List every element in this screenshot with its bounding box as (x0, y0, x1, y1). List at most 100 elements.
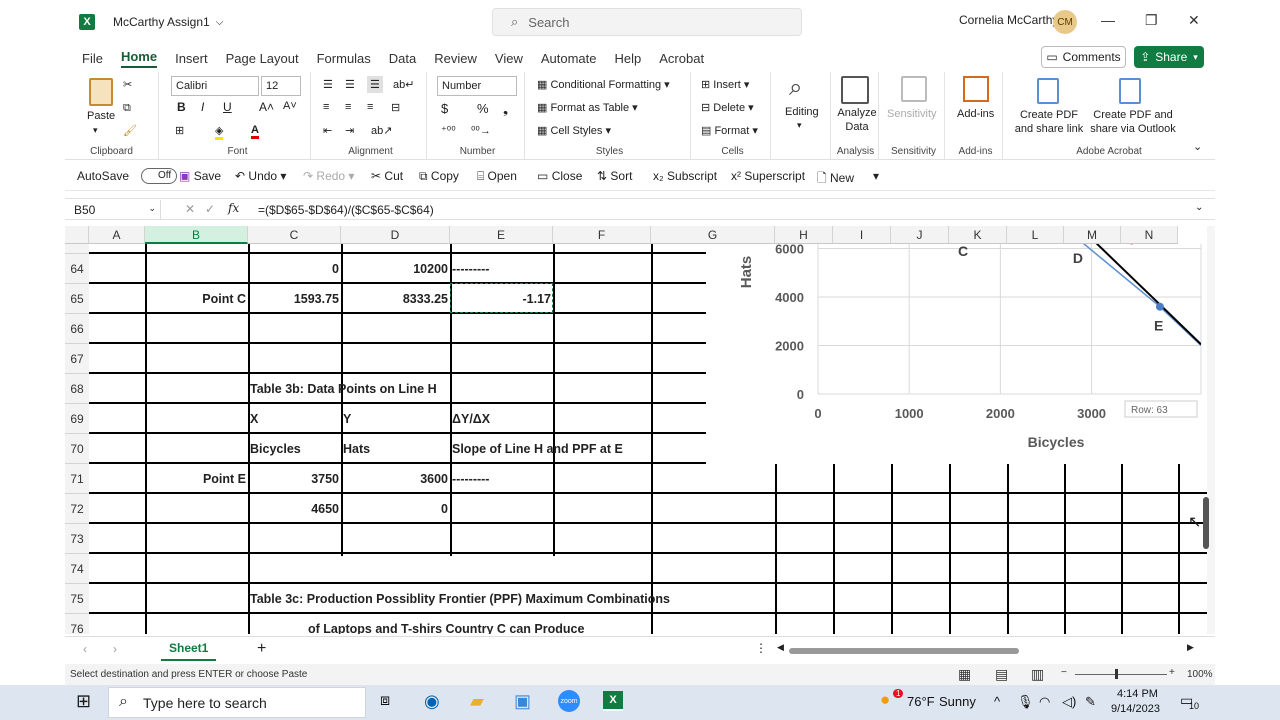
paste-button[interactable]: Paste (87, 110, 115, 122)
row-header-76[interactable]: 76 (65, 614, 89, 634)
align-left-icon[interactable]: ≡ (323, 101, 329, 113)
cancel-entry-icon[interactable]: ✕ (185, 202, 195, 216)
row-header-66[interactable]: 66 (65, 314, 89, 344)
create-pdf-link-button[interactable]: Create PDF and share link (1013, 108, 1085, 136)
conditional-formatting-button[interactable]: ▦ Conditional Formatting ▾ (537, 78, 670, 91)
align-center-icon[interactable]: ≡ (345, 101, 351, 113)
column-header-g[interactable]: G (651, 226, 775, 244)
search-box[interactable]: ⌕ Search (492, 8, 802, 36)
addins-button[interactable]: Add-ins (957, 108, 994, 120)
row-header-63-partial[interactable] (65, 244, 89, 254)
row-header-73[interactable]: 73 (65, 524, 89, 554)
zoom-slider-thumb[interactable] (1115, 669, 1118, 679)
user-name[interactable]: Cornelia McCarthy (959, 13, 1058, 27)
autosave-toggle[interactable]: Off (141, 168, 177, 184)
editing-button[interactable]: Editing (785, 106, 819, 118)
cut-icon[interactable]: ✂ (123, 78, 132, 91)
increase-font-icon[interactable]: A˄ (259, 100, 274, 114)
hscroll-left-icon[interactable]: ◀ (777, 642, 784, 653)
cell-d64[interactable]: 10200 (341, 254, 450, 284)
cell-c76[interactable]: of Laptops and T-shirs Country C can Pro… (306, 614, 766, 634)
wrap-text-icon[interactable]: ab↵ (393, 78, 414, 91)
cell-d65[interactable]: 8333.25 (341, 284, 450, 314)
cell-c64[interactable]: 0 (248, 254, 341, 284)
clock-date[interactable]: 9/14/2023 (1111, 703, 1160, 715)
zoom-in-icon[interactable]: + (1169, 667, 1175, 678)
align-top-icon[interactable]: ☰ (323, 78, 333, 91)
analyze-data-icon[interactable] (841, 76, 869, 104)
bold-icon[interactable]: B (177, 100, 186, 114)
photos-app-icon[interactable]: ▣ (514, 691, 531, 712)
menu-tab-acrobat[interactable]: Acrobat (659, 51, 704, 66)
paste-chevron-icon[interactable]: ▾ (93, 125, 98, 136)
page-layout-view-icon[interactable]: ▤ (995, 666, 1008, 683)
menu-tab-automate[interactable]: Automate (541, 51, 597, 66)
row-header-69[interactable]: 69 (65, 404, 89, 434)
close-button[interactable]: ▭ Close (537, 169, 582, 183)
edge-browser-icon[interactable]: ◉ (424, 691, 440, 712)
document-title[interactable]: McCarthy Assign1 (113, 15, 210, 29)
name-box-chevron-icon[interactable]: ⌄ (148, 203, 156, 214)
column-header-j[interactable]: J (891, 226, 949, 244)
clock-time[interactable]: 4:14 PM (1117, 688, 1158, 700)
customize-qat-icon[interactable]: ▾ (873, 169, 879, 183)
menu-tab-review[interactable]: Review (434, 51, 477, 66)
column-header-h[interactable]: H (775, 226, 833, 244)
zoom-out-icon[interactable]: − (1061, 667, 1067, 678)
chart-svg[interactable]: C D E 0 2000 4000 6000 0 1000 2000 3000 Bicycles Hat… (706, 242, 1206, 464)
restore-icon[interactable]: ❐ (1145, 12, 1158, 29)
format-cells-button[interactable]: ▤ Format ▾ (701, 124, 758, 137)
column-header-b[interactable]: B (145, 226, 248, 244)
paste-icon[interactable] (89, 78, 113, 106)
menu-tab-page-layout[interactable]: Page Layout (226, 51, 299, 66)
row-header-70[interactable]: 70 (65, 434, 89, 464)
percent-icon[interactable]: % (477, 101, 489, 116)
row-header-67[interactable]: 67 (65, 344, 89, 374)
name-box[interactable]: B50 ⌄ (69, 200, 161, 220)
cell-e71[interactable]: --------- (450, 464, 910, 494)
align-middle-icon[interactable]: ☰ (345, 78, 355, 91)
wifi-icon[interactable]: ◠ (1039, 694, 1050, 710)
confirm-entry-icon[interactable]: ✓ (205, 202, 215, 216)
close-icon[interactable]: ✕ (1188, 12, 1200, 29)
editing-chevron-icon[interactable]: ▾ (797, 120, 802, 131)
share-button[interactable]: ⇪ Share ▾ (1134, 46, 1204, 68)
pen-icon[interactable]: ✎ (1085, 694, 1096, 710)
column-header-m[interactable]: M (1064, 226, 1121, 244)
delete-cells-button[interactable]: ⊟ Delete ▾ (701, 101, 754, 114)
insert-function-icon[interactable]: fx (228, 201, 239, 215)
insert-cells-button[interactable]: ⊞ Insert ▾ (701, 78, 749, 91)
row-header-68[interactable]: 68 (65, 374, 89, 404)
column-header-k[interactable]: K (949, 226, 1007, 244)
copy-icon[interactable]: ⧉ (123, 102, 131, 115)
row-header-71[interactable]: 71 (65, 464, 89, 494)
align-bottom-icon[interactable]: ☰ (367, 76, 383, 93)
editing-search-icon[interactable]: ⌕ (789, 74, 802, 102)
column-header-f[interactable]: F (553, 226, 651, 244)
create-pdf-outlook-button[interactable]: Create PDF and share via Outlook (1085, 108, 1181, 136)
microphone-icon[interactable]: 🎙 (1017, 694, 1034, 710)
new-button[interactable]: 🗋 New (817, 169, 854, 190)
merge-icon[interactable]: ⊟ (391, 101, 400, 114)
pdf-link-icon[interactable] (1037, 78, 1059, 104)
pdf-outlook-icon[interactable] (1119, 78, 1141, 104)
cell-c72[interactable]: 4650 (248, 494, 341, 524)
menu-tab-formulas[interactable]: Formulas (317, 51, 371, 66)
open-button[interactable]: ⌸ Open (477, 169, 517, 184)
save-button[interactable]: ▣ Save (179, 169, 221, 183)
task-view-icon[interactable]: ⧈ (380, 692, 390, 710)
column-header-c[interactable]: C (248, 226, 341, 244)
menu-tab-insert[interactable]: Insert (175, 51, 208, 66)
format-as-table-button[interactable]: ▦ Format as Table ▾ (537, 101, 638, 114)
speaker-icon[interactable]: ◁) (1062, 694, 1076, 710)
column-header-d[interactable]: D (341, 226, 450, 244)
menu-tab-file[interactable]: File (82, 51, 103, 66)
weather-temp[interactable]: 76°F (907, 694, 935, 709)
currency-icon[interactable]: $ (441, 101, 448, 116)
weather-desc[interactable]: Sunny (939, 694, 976, 709)
row-header-65[interactable]: 65 (65, 284, 89, 314)
cell-d72[interactable]: 0 (341, 494, 450, 524)
decrease-indent-icon[interactable]: ⇤ (323, 124, 332, 137)
tray-chevron-up-icon[interactable]: ^ (994, 694, 1000, 709)
column-header-e[interactable]: E (450, 226, 553, 244)
